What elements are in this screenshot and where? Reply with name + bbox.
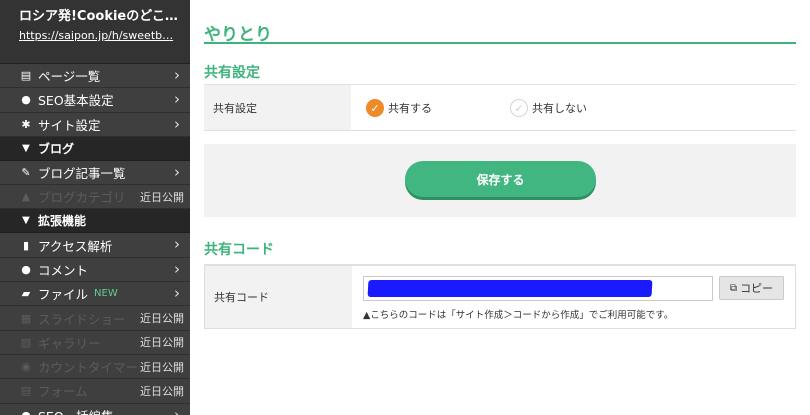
sidebar-item-label: アクセス解析 — [38, 238, 113, 254]
sidebar-item-blog-category: ▲ ブログカテゴリ 近日公開 — [0, 185, 190, 210]
sidebar-item-label: ファイル — [38, 287, 89, 303]
chevron-right-icon: › — [174, 66, 180, 84]
section-label: ブログ — [38, 141, 75, 156]
copy-button[interactable]: ⧉ コピー — [719, 276, 784, 300]
bar-chart-icon: ▮ — [22, 238, 30, 252]
save-panel: 保存する — [204, 144, 796, 217]
main-content: やりとり 共有設定 共有設定 ✓ 共有する ✓ 共有しない 保存する 共有コード… — [204, 0, 796, 329]
sidebar: ロシア発!Cookieのどこ… https://saipon.jp/h/swee… — [0, 0, 190, 415]
sidebar-item-label: SEO一括編集 — [38, 406, 114, 415]
page-title: やりとり — [204, 0, 796, 45]
chevron-right-icon: › — [174, 259, 180, 278]
sidebar-item-files[interactable]: ▰ ファイル NEW › — [0, 282, 190, 307]
edit-icon: ✎ — [21, 166, 31, 180]
chevron-down-icon: ▼ — [22, 215, 30, 227]
chevron-right-icon: › — [174, 162, 180, 181]
sidebar-item-label: ギャラリー — [38, 335, 101, 351]
redaction-scribble — [367, 280, 653, 297]
share-setting-label: 共有設定 — [204, 85, 351, 130]
sidebar-item-label: スライドショー — [38, 311, 126, 327]
radio-label: 共有しない — [532, 102, 587, 115]
share-code-label: 共有コード — [205, 266, 352, 328]
sidebar-section-blog[interactable]: ▼ ブログ — [0, 136, 190, 161]
share-code-body: ⧉ コピー ▲こちらのコードは「サイト作成＞コードから作成」でご利用可能です。 — [352, 266, 795, 328]
sidebar-item-label: ブログ記事一覧 — [38, 166, 126, 182]
image-icon: ▨ — [20, 335, 32, 349]
new-badge: NEW — [94, 288, 118, 300]
chevron-right-icon: › — [174, 90, 180, 109]
chevron-right-icon: › — [174, 235, 180, 254]
globe-icon: ● — [21, 93, 31, 107]
slideshow-icon: ▦ — [20, 311, 32, 325]
gear-icon: ✱ — [21, 117, 31, 131]
coming-soon-badge: 近日公開 — [140, 336, 184, 350]
page-icon: ▤ — [20, 69, 32, 83]
sidebar-item-blog-posts[interactable]: ✎ ブログ記事一覧 › — [0, 160, 190, 186]
sidebar-item-analytics[interactable]: ▮ アクセス解析 › — [0, 233, 190, 258]
share-setting-row: 共有設定 ✓ 共有する ✓ 共有しない — [204, 85, 796, 131]
sidebar-item-slideshow: ▦ スライドショー 近日公開 — [0, 306, 190, 331]
chevron-right-icon: › — [174, 114, 180, 133]
category-icon: ▲ — [21, 190, 31, 204]
globe-icon: ● — [19, 409, 33, 415]
radio-label: 共有する — [388, 102, 432, 115]
sidebar-item-form: ▤ フォーム 近日公開 — [0, 379, 190, 404]
section-label: 拡張機能 — [38, 214, 87, 229]
site-header: ロシア発!Cookieのどこ… https://saipon.jp/h/swee… — [0, 0, 190, 64]
clock-icon: ◉ — [21, 360, 31, 374]
sidebar-item-seo-bulk-edit[interactable]: ● SEO一括編集 › — [0, 403, 190, 415]
code-note: ▲こちらのコードは「サイト作成＞コードから作成」でご利用可能です。 — [363, 310, 674, 321]
sidebar-item-gallery: ▨ ギャラリー 近日公開 — [0, 330, 190, 355]
sidebar-item-label: カウントタイマー — [38, 360, 139, 376]
sidebar-item-page-list[interactable]: ▤ ページ一覧 › — [0, 64, 190, 89]
folder-icon: ▰ — [21, 287, 31, 301]
site-url-link[interactable]: https://saipon.jp/h/sweetb… — [19, 28, 190, 44]
share-off-radio[interactable]: ✓ 共有しない — [510, 99, 587, 117]
sidebar-section-extensions[interactable]: ▼ 拡張機能 — [0, 209, 190, 234]
sidebar-item-seo-settings[interactable]: ● SEO基本設定 › — [0, 88, 190, 113]
share-on-radio[interactable]: ✓ 共有する — [366, 99, 432, 117]
save-button[interactable]: 保存する — [405, 161, 596, 197]
comment-icon: ● — [21, 262, 31, 276]
share-setting-options: ✓ 共有する ✓ 共有しない — [351, 85, 796, 130]
share-code-input[interactable] — [363, 276, 713, 301]
sidebar-item-label: SEO基本設定 — [38, 93, 114, 109]
chevron-right-icon: › — [174, 284, 180, 303]
sidebar-item-site-settings[interactable]: ✱ サイト設定 › — [0, 112, 190, 137]
sidebar-item-comments[interactable]: ● コメント › — [0, 257, 190, 283]
sidebar-item-countdown-timer: ◉ カウントタイマー 近日公開 — [0, 354, 190, 380]
copy-icon: ⧉ — [729, 282, 738, 294]
site-title: ロシア発!Cookieのどこ… — [19, 9, 178, 24]
copy-button-label: コピー — [740, 282, 774, 295]
coming-soon-badge: 近日公開 — [140, 360, 184, 374]
sidebar-item-label: ブログカテゴリ — [38, 190, 126, 206]
chevron-right-icon: › — [174, 405, 180, 415]
code-section-title: 共有コード — [204, 239, 796, 265]
sidebar-item-label: コメント — [38, 262, 89, 278]
sidebar-item-label: サイト設定 — [38, 117, 101, 133]
coming-soon-badge: 近日公開 — [140, 190, 184, 204]
share-section-title: 共有設定 — [204, 62, 796, 85]
check-icon: ✓ — [366, 99, 384, 117]
coming-soon-badge: 近日公開 — [140, 312, 184, 326]
coming-soon-badge: 近日公開 — [140, 384, 184, 398]
share-code-row: 共有コード ⧉ コピー ▲こちらのコードは「サイト作成＞コードから作成」でご利用… — [204, 265, 796, 329]
check-icon: ✓ — [510, 99, 528, 117]
sidebar-item-label: フォーム — [38, 384, 88, 400]
form-icon: ▤ — [20, 384, 32, 398]
chevron-down-icon: ▼ — [22, 142, 30, 154]
sidebar-item-label: ページ一覧 — [38, 69, 101, 85]
